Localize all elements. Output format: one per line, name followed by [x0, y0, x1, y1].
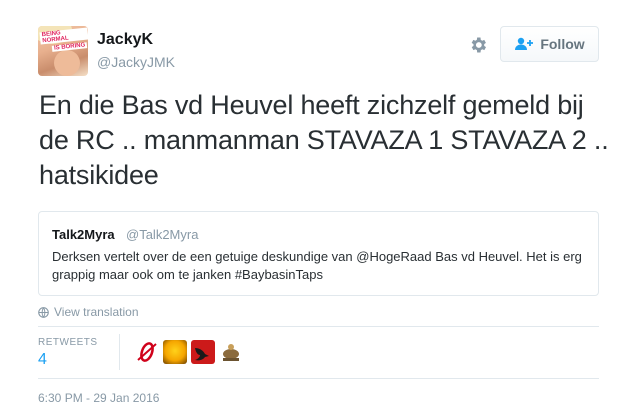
stats-separator	[119, 334, 120, 370]
author-avatar[interactable]: BEING NORMAL IS BORING	[38, 26, 88, 76]
retweeter-avatar[interactable]	[219, 340, 243, 364]
divider-top	[38, 326, 599, 327]
quoted-author-name[interactable]: Talk2Myra	[52, 227, 115, 242]
tweet-timestamp[interactable]: 6:30 PM - 29 Jan 2016	[38, 391, 159, 405]
view-translation-label: View translation	[54, 305, 139, 319]
gear-icon[interactable]	[468, 35, 488, 55]
quoted-author-handle[interactable]: @Talk2Myra	[126, 227, 198, 242]
tweet-text: En die Bas vd Heuvel heeft zichzelf geme…	[39, 90, 609, 190]
view-translation-link[interactable]: View translation	[38, 305, 139, 319]
divider-bottom	[38, 378, 599, 379]
quoted-tweet-text: Derksen vertelt over de een getuige desk…	[52, 249, 582, 282]
retweeter-avatar[interactable]	[191, 340, 215, 364]
follow-button[interactable]: Follow	[500, 26, 599, 62]
author-name[interactable]: JackyK	[97, 31, 153, 49]
author-handle[interactable]: @JackyJMK	[97, 54, 175, 70]
retweeter-avatar[interactable]	[135, 340, 159, 364]
retweets-count[interactable]: 4	[38, 351, 47, 369]
turtle-icon	[223, 344, 239, 361]
add-user-icon	[515, 37, 534, 50]
bird-icon	[195, 348, 209, 361]
retweeter-avatar[interactable]	[163, 340, 187, 364]
globe-icon	[38, 306, 49, 318]
avatar-face	[54, 50, 80, 76]
retweets-label: RETWEETS	[38, 337, 98, 348]
retweeter-avatars	[135, 340, 243, 364]
follow-label: Follow	[540, 36, 585, 52]
quoted-tweet[interactable]: Talk2Myra @Talk2Myra Derksen vertelt ove…	[38, 211, 599, 296]
red-symbol-icon	[137, 342, 157, 362]
